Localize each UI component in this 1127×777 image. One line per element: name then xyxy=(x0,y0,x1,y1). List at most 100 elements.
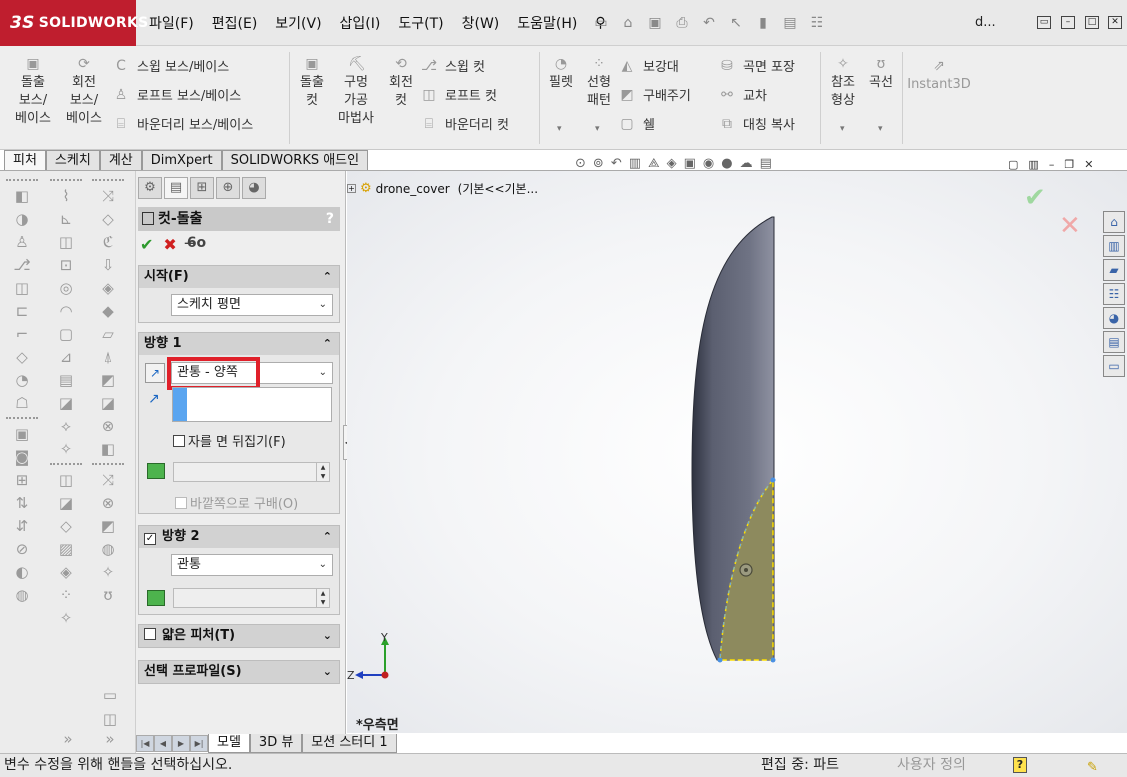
hide-show-items-icon[interactable]: ◉ xyxy=(703,156,714,171)
sketch-point[interactable] xyxy=(770,657,776,663)
display-style-icon[interactable]: ◫ xyxy=(46,469,86,492)
property-manager-tab-icon[interactable]: ▤ xyxy=(164,177,188,199)
rebuild-notice-icon[interactable]: ✎ xyxy=(1087,756,1103,775)
section-view-icon[interactable]: ⊞ xyxy=(2,469,42,492)
deform-icon[interactable]: ⊗ xyxy=(88,492,128,515)
help-icon[interactable]: ? xyxy=(1013,757,1027,773)
menu-window[interactable]: 창(W) xyxy=(453,0,509,46)
undo-icon[interactable]: ↶ xyxy=(700,15,718,31)
extrude-cut-button[interactable]: ▣ 돌출 컷 xyxy=(296,56,328,110)
solidworks-logo[interactable]: 3S SOLIDWORKS xyxy=(0,0,148,46)
tab-3d-views[interactable]: 3D 뷰 xyxy=(249,733,303,753)
tab-features[interactable]: 피처 xyxy=(4,150,46,171)
shell-tool-icon[interactable]: ◔ xyxy=(2,369,42,392)
feature-manager-tab-icon[interactable]: ⚙ xyxy=(138,177,162,199)
extrude-icon[interactable]: ◧ xyxy=(2,185,42,208)
tab-addins[interactable]: SOLIDWORKS 애드인 xyxy=(221,150,369,171)
move-face-icon[interactable]: ⤨ xyxy=(88,185,128,208)
split-line-icon[interactable]: ◇ xyxy=(88,208,128,231)
toolbar-grip[interactable] xyxy=(6,179,38,183)
thin-feature-checkbox[interactable] xyxy=(144,628,156,640)
thin-feature-group-header[interactable]: 얇은 피처(T) ⌄ xyxy=(139,625,339,647)
toolbar-grip[interactable] xyxy=(92,179,124,183)
revolve-boss-button[interactable]: ⟳ 회전 보스/ 베이스 xyxy=(62,56,106,128)
line-icon[interactable]: ◫ xyxy=(46,231,86,254)
tab-sketch[interactable]: 스케치 xyxy=(45,150,100,171)
fillet-dropdown-icon[interactable]: ▾ xyxy=(557,124,562,134)
file-properties-icon[interactable]: ▤ xyxy=(781,15,799,31)
knit-icon[interactable]: ◈ xyxy=(46,561,86,584)
toolbar-grip[interactable] xyxy=(50,463,82,467)
helix-icon[interactable]: ℭ xyxy=(88,231,128,254)
surface-icon[interactable]: ◇ xyxy=(46,515,86,538)
flex-icon[interactable]: ⤨ xyxy=(88,469,128,492)
composite-curve-icon[interactable]: ◈ xyxy=(88,277,128,300)
wrap-button[interactable]: ⛁ 곡면 포장 xyxy=(719,56,795,76)
viewport-restore-icon[interactable]: ▢ xyxy=(1008,158,1018,171)
viewport-tile-icon[interactable]: ▥ xyxy=(1028,158,1038,171)
check-icon[interactable]: ⊘ xyxy=(2,538,42,561)
reference-point-icon[interactable]: ✧ xyxy=(46,607,86,630)
viewport-maximize-icon[interactable]: ❐ xyxy=(1064,158,1074,171)
apply-scene-icon[interactable]: ☁ xyxy=(740,156,753,171)
plane-icon[interactable]: ▱ xyxy=(88,323,128,346)
toolbar-grip[interactable] xyxy=(50,179,82,183)
view-orientation-tool-icon[interactable]: ◈ xyxy=(667,156,677,171)
collapse-chevron-icon[interactable]: ⌃ xyxy=(323,526,332,548)
sweep-icon[interactable]: ⎇ xyxy=(2,254,42,277)
hole-wizard-button[interactable]: ⛏ 구멍 가공 마법사 xyxy=(336,56,376,128)
view-settings-icon[interactable]: ▤ xyxy=(760,156,772,171)
print-icon[interactable]: ⎙ xyxy=(673,15,691,31)
view-orientation-icon[interactable]: ▣ xyxy=(2,423,42,446)
appearances-icon[interactable]: ◕ xyxy=(1103,307,1125,329)
close-icon[interactable]: ✕ xyxy=(1108,16,1122,29)
reference-geometry-button[interactable]: ✧ 참조 형상 xyxy=(826,56,860,110)
linear-pattern-button[interactable]: ⁘ 선형 패턴 xyxy=(582,56,616,110)
mass-properties-icon[interactable]: ⇵ xyxy=(2,515,42,538)
curves-tool-icon[interactable]: ʊ xyxy=(88,584,128,607)
viewport-close-icon[interactable]: ✕ xyxy=(1084,158,1093,171)
reference-axis-icon[interactable]: ✧ xyxy=(88,561,128,584)
spinner-icon[interactable]: ▲ ▼ xyxy=(316,589,329,607)
toolbar-grip[interactable] xyxy=(6,417,38,421)
chamfer-icon[interactable]: ◇ xyxy=(2,346,42,369)
cavity-icon[interactable]: ◧ xyxy=(88,438,128,461)
mirror-entities-icon[interactable]: ◪ xyxy=(46,392,86,415)
selected-contours-group-header[interactable]: 선택 프로파일(S) ⌄ xyxy=(139,661,339,683)
select-icon[interactable]: ↖ xyxy=(727,15,745,31)
menu-view[interactable]: 보기(V) xyxy=(266,0,330,46)
sketch-point[interactable] xyxy=(717,657,723,663)
instant3d-button[interactable]: ⇗ Instant3D xyxy=(906,58,972,94)
curves-button[interactable]: ʊ 곡선 xyxy=(864,56,898,92)
hide-show-icon[interactable]: ◪ xyxy=(46,492,86,515)
options-icon[interactable]: ☷ xyxy=(808,15,826,31)
direction1-group-header[interactable]: 방향 1 ⌃ xyxy=(139,333,339,355)
tab-motion-study[interactable]: 모션 스터디 1 xyxy=(302,733,397,753)
draft-outward-checkbox[interactable]: 바깥쪽으로 구배(O) xyxy=(175,493,298,512)
grid-pattern-icon[interactable]: ⁘ xyxy=(46,584,86,607)
previous-view-icon[interactable]: ↶ xyxy=(611,156,622,171)
loft-cut-button[interactable]: ◫ 로프트 컷 xyxy=(421,85,497,105)
smart-dimension-icon[interactable]: ⊾ xyxy=(46,208,86,231)
save-icon[interactable]: ▣ xyxy=(646,15,664,31)
menu-edit[interactable]: 편집(E) xyxy=(203,0,267,46)
spline-icon[interactable]: ▢ xyxy=(46,323,86,346)
measure-icon[interactable]: ⇅ xyxy=(2,492,42,515)
viewport-minimize-icon[interactable]: – xyxy=(1049,158,1055,171)
expand-down-icon[interactable]: » xyxy=(50,728,86,751)
zoom-to-area-icon[interactable]: ⊚ xyxy=(593,156,604,171)
status-units[interactable]: 사용자 정의 xyxy=(897,754,966,777)
configuration-manager-tab-icon[interactable]: ⊞ xyxy=(190,177,214,199)
draft-angle-field[interactable]: ▲ ▼ xyxy=(173,462,330,482)
curves-dropdown-icon[interactable]: ▾ xyxy=(878,124,883,134)
fillet-tool-icon[interactable]: ⌐ xyxy=(2,323,42,346)
dome-icon[interactable]: ⊗ xyxy=(88,415,128,438)
scene-icon[interactable]: ◍ xyxy=(2,584,42,607)
mate-reference-icon[interactable]: ◪ xyxy=(88,392,128,415)
file-explorer-icon[interactable]: ▰ xyxy=(1103,259,1125,281)
dynamic-annotation-icon[interactable]: ⟁ xyxy=(648,156,660,171)
revolve-cut-button[interactable]: ⟲ 회전 컷 xyxy=(384,56,418,110)
projected-curve-icon[interactable]: ⇩ xyxy=(88,254,128,277)
next-tab-icon[interactable]: ▶ xyxy=(172,734,190,752)
expand-chevron-icon[interactable]: ⌄ xyxy=(323,625,332,647)
